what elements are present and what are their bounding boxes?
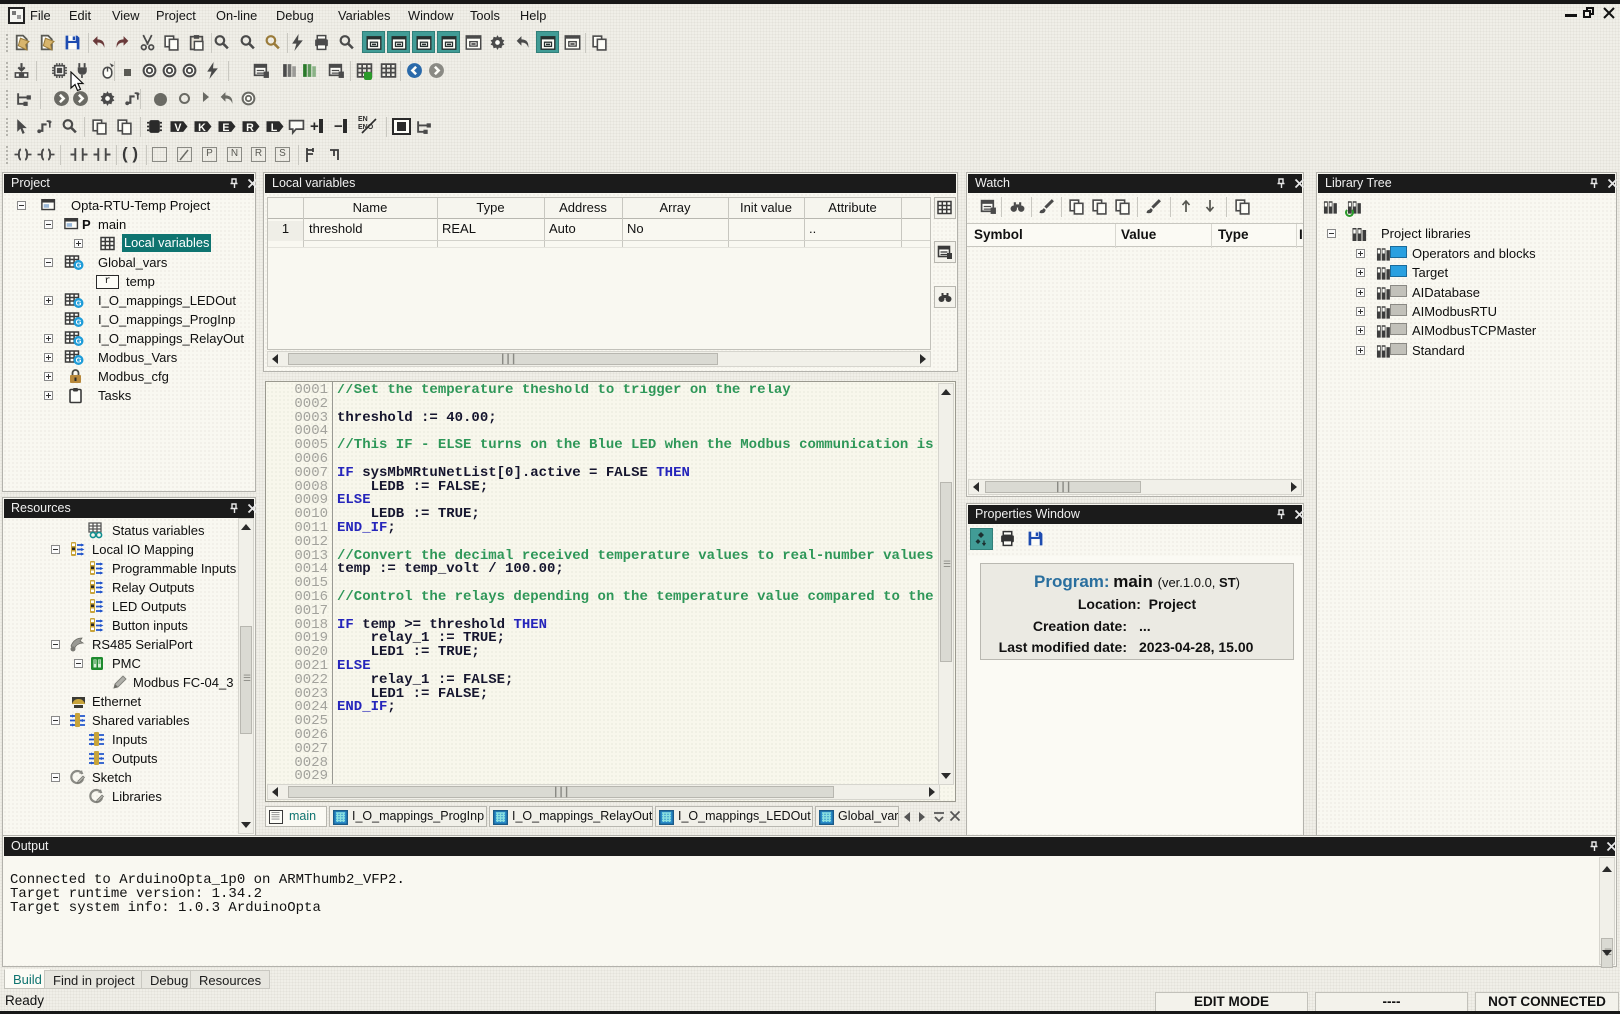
svg-text:L: L [271,122,278,134]
svg-text:K: K [198,122,206,134]
svg-text:R: R [246,122,254,134]
svg-text:V: V [174,122,181,134]
svg-text:E: E [222,122,229,134]
